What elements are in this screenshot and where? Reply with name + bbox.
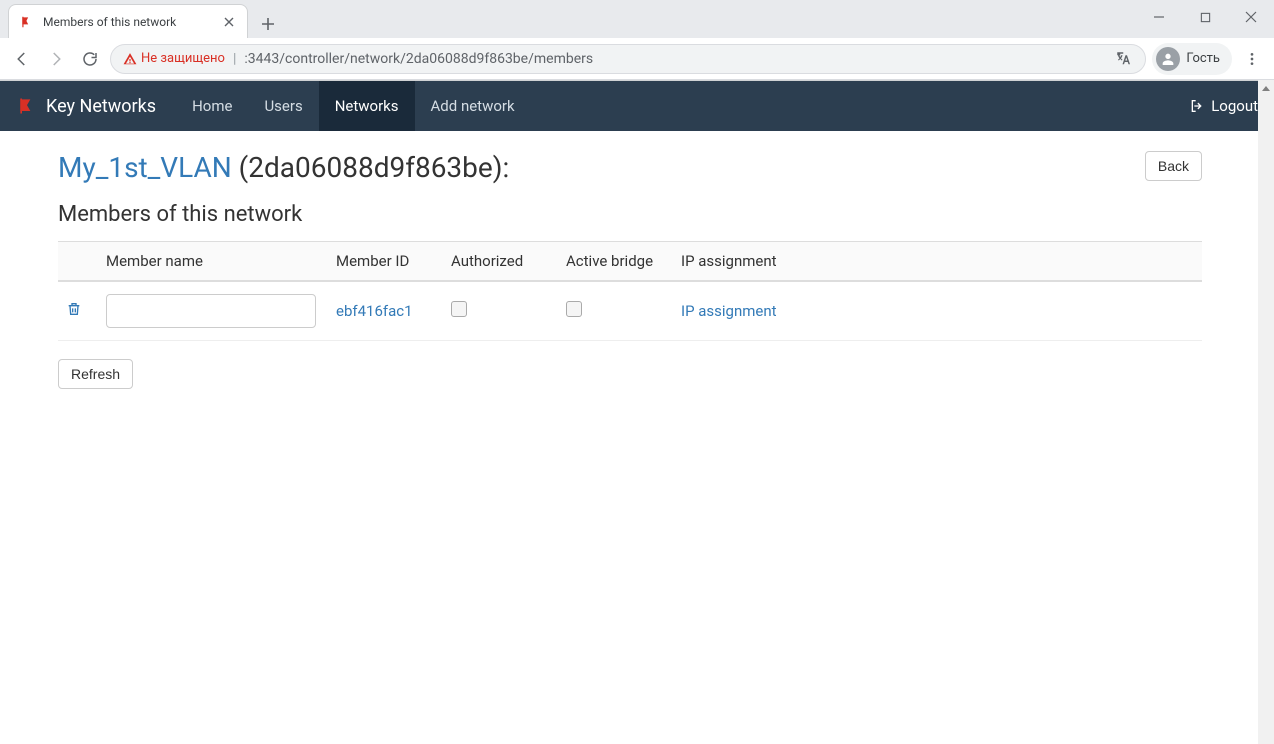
authorized-checkbox[interactable] xyxy=(451,301,467,317)
new-tab-button[interactable] xyxy=(254,10,282,38)
avatar-icon xyxy=(1156,47,1180,71)
table-header-row: Member name Member ID Authorized Active … xyxy=(58,242,1202,282)
page-content: My_1st_VLAN (2da06088d9f863be): Back Mem… xyxy=(0,131,1260,409)
th-ip-assignment: IP assignment xyxy=(673,242,1202,282)
window-minimize-button[interactable] xyxy=(1136,0,1182,34)
forward-icon xyxy=(42,45,70,73)
th-member-id: Member ID xyxy=(328,242,443,282)
browser-toolbar: Не защищено | :3443/controller/network/2… xyxy=(0,38,1274,80)
ip-assignment-link[interactable]: IP assignment xyxy=(681,302,777,320)
back-button[interactable]: Back xyxy=(1145,151,1202,181)
app-navbar: Key Networks Home Users Networks Add net… xyxy=(0,81,1274,131)
member-id-link[interactable]: ebf416fac1 xyxy=(336,302,413,320)
window-controls xyxy=(1136,0,1274,34)
logout-label: Logout xyxy=(1211,97,1258,115)
tab-bar: Members of this network xyxy=(0,0,1274,38)
member-name-input[interactable] xyxy=(106,294,316,328)
active-bridge-checkbox[interactable] xyxy=(566,301,582,317)
scroll-up-icon[interactable] xyxy=(1258,80,1274,98)
th-member-name: Member name xyxy=(98,242,328,282)
scrollbar[interactable] xyxy=(1258,80,1274,744)
members-heading: Members of this network xyxy=(58,202,1202,227)
refresh-wrap: Refresh xyxy=(58,359,1202,389)
warning-icon xyxy=(123,52,137,66)
trash-icon[interactable] xyxy=(66,300,82,318)
url-text: :3443/controller/network/2da06088d9f863b… xyxy=(244,51,1107,67)
network-id-text: (2da06088d9f863be): xyxy=(239,151,510,184)
nav-items: Home Users Networks Add network xyxy=(176,81,531,131)
table-row: ebf416fac1 IP assignment xyxy=(58,281,1202,341)
th-authorized: Authorized xyxy=(443,242,558,282)
page-title-row: My_1st_VLAN (2da06088d9f863be): Back xyxy=(58,151,1202,184)
brand-logo-icon xyxy=(16,95,38,117)
window-close-button[interactable] xyxy=(1228,0,1274,34)
nav-users[interactable]: Users xyxy=(248,81,318,131)
nav-home[interactable]: Home xyxy=(176,81,248,131)
profile-button[interactable]: Гость xyxy=(1152,43,1232,75)
address-bar[interactable]: Не защищено | :3443/controller/network/2… xyxy=(110,44,1146,74)
brand[interactable]: Key Networks xyxy=(16,81,176,131)
th-active-bridge: Active bridge xyxy=(558,242,673,282)
addr-separator: | xyxy=(233,51,236,67)
browser-chrome: Members of this network xyxy=(0,0,1274,81)
network-name-link[interactable]: My_1st_VLAN xyxy=(58,151,232,184)
logout-icon xyxy=(1189,98,1205,114)
tab-favicon-icon xyxy=(19,14,35,30)
translate-icon[interactable] xyxy=(1115,50,1133,68)
kebab-menu-icon[interactable] xyxy=(1238,45,1266,73)
back-icon[interactable] xyxy=(8,45,36,73)
page-title: My_1st_VLAN (2da06088d9f863be): xyxy=(58,151,509,184)
th-delete xyxy=(58,242,98,282)
refresh-button[interactable]: Refresh xyxy=(58,359,133,389)
reload-icon[interactable] xyxy=(76,45,104,73)
window-maximize-button[interactable] xyxy=(1182,0,1228,34)
logout-link[interactable]: Logout xyxy=(1189,81,1258,131)
security-warning-text: Не защищено xyxy=(141,51,225,66)
browser-tab[interactable]: Members of this network xyxy=(8,4,248,38)
profile-label: Гость xyxy=(1186,51,1220,66)
members-table: Member name Member ID Authorized Active … xyxy=(58,241,1202,341)
tab-title: Members of this network xyxy=(43,15,213,29)
nav-add-network[interactable]: Add network xyxy=(415,81,531,131)
close-icon[interactable] xyxy=(221,14,237,30)
brand-text: Key Networks xyxy=(46,96,156,117)
nav-networks[interactable]: Networks xyxy=(319,81,415,131)
security-warning: Не защищено xyxy=(123,51,225,66)
